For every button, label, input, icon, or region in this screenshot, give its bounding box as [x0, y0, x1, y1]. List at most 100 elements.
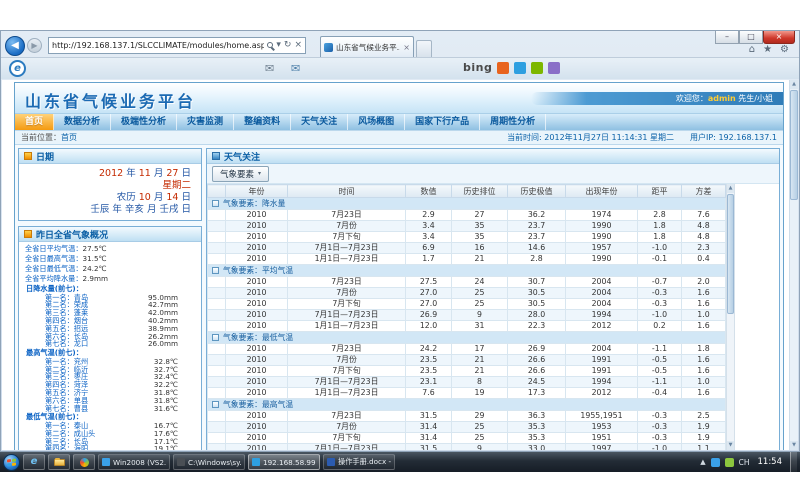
scroll-thumb[interactable]: [727, 194, 734, 314]
scroll-down-icon[interactable]: ▼: [727, 441, 734, 450]
scroll-down-icon[interactable]: ▼: [790, 441, 798, 450]
table-row[interactable]: 20107月1日—7月23日23.1824.51994-1.11.0: [208, 377, 726, 388]
nav-item[interactable]: 数据分析: [54, 114, 111, 130]
back-button[interactable]: ◀: [5, 36, 25, 56]
table-row[interactable]: 20107月下旬23.52126.61991-0.51.6: [208, 366, 726, 377]
search-icon[interactable]: [267, 38, 273, 53]
table-row[interactable]: 20107月23日2.92736.219742.87.6: [208, 210, 726, 221]
expand-icon[interactable]: [212, 334, 219, 341]
taskbar-button[interactable]: 192.168.58.99...: [248, 454, 320, 470]
forward-button[interactable]: ▶: [27, 38, 42, 53]
show-desktop-button[interactable]: [790, 452, 797, 472]
scroll-up-icon[interactable]: ▲: [727, 184, 734, 193]
start-button[interactable]: [3, 454, 20, 471]
table-group-row[interactable]: 气象要素：降水量: [208, 198, 726, 210]
table-row[interactable]: 20107月下旬3.43523.719901.84.8: [208, 232, 726, 243]
table-row[interactable]: 20107月份3.43523.719901.84.8: [208, 221, 726, 232]
table-group-row[interactable]: 气象要素：最低气温: [208, 332, 726, 344]
taskbar-button[interactable]: 操作手册.docx -...: [323, 454, 395, 470]
nav-item[interactable]: 首页: [15, 114, 54, 130]
table-scrollbar[interactable]: ▲ ▼: [726, 184, 735, 450]
toolbar-app-icon[interactable]: [497, 62, 509, 74]
taskbar-button[interactable]: C:\Windows\sy...: [173, 454, 245, 470]
nav-item[interactable]: 灾害监测: [177, 114, 234, 130]
element-filter-button[interactable]: 气象要素 ▾: [212, 166, 269, 182]
minimize-button[interactable]: –: [715, 31, 739, 44]
taskbar-buttons: Win2008 (VS2...C:\Windows\sy...192.168.5…: [98, 454, 395, 470]
column-header: 年份: [226, 185, 288, 198]
weather-summary-list: 全省日平均气温：27.5℃全省日最高气温：31.5℃全省日最低气温：24.2℃全…: [19, 242, 201, 450]
table-row[interactable]: 20107月份23.52126.61991-0.51.6: [208, 355, 726, 366]
table-group-row[interactable]: 气象要素：最高气温: [208, 399, 726, 411]
scroll-thumb[interactable]: [790, 90, 798, 200]
expand-icon[interactable]: [212, 267, 219, 274]
tray-app-icon[interactable]: [725, 458, 734, 467]
browser-window: ◀ ▶ http://192.168.137.1/SLCCLIMATE/modu…: [0, 30, 800, 452]
column-header: 历史极值: [508, 185, 566, 198]
table-row[interactable]: 20101月1日—7月23日7.61917.32012-0.41.6: [208, 388, 726, 399]
toolbar-app-icon[interactable]: [548, 62, 560, 74]
taskbar-clock[interactable]: 11:54: [755, 457, 786, 467]
stat-line: 全省日平均气温：27.5℃: [23, 244, 198, 254]
table-row[interactable]: 20107月1日—7月23日31.5933.01997-1.01.1: [208, 444, 726, 451]
nav-item[interactable]: 天气关注: [291, 114, 348, 130]
nav-item[interactable]: 周期性分析: [480, 114, 546, 130]
welcome-prefix: 欢迎您：: [676, 94, 708, 103]
main-content: 天气关注 气象要素 ▾: [206, 148, 780, 450]
table-row[interactable]: 20107月下旬27.02530.52004-0.31.6: [208, 299, 726, 310]
expand-icon[interactable]: [212, 200, 219, 207]
column-header: 出现年份: [566, 185, 638, 198]
table-row[interactable]: 20101月1日—7月23日12.03122.320120.21.6: [208, 321, 726, 332]
breadcrumb-page[interactable]: 首页: [61, 133, 77, 142]
send-mail-icon[interactable]: ✉: [291, 62, 300, 75]
taskbar-button[interactable]: Win2008 (VS2...: [98, 454, 170, 470]
welcome-suffix: 先生/小姐: [736, 94, 773, 103]
settings-gear-icon[interactable]: ⚙: [780, 44, 789, 55]
toolbar-app-icon[interactable]: [514, 62, 526, 74]
browser-tab[interactable]: 山东省气候业务平... ×: [320, 36, 414, 57]
refresh-icon[interactable]: ↻: [284, 38, 292, 53]
nav-item[interactable]: 极端性分析: [111, 114, 177, 130]
table-row[interactable]: 20107月下旬31.42535.31951-0.31.9: [208, 433, 726, 444]
rank-line: 第七名：龙口26.0mm: [23, 340, 198, 348]
address-bar[interactable]: http://192.168.137.1/SLCCLIMATE/modules/…: [48, 37, 306, 54]
table-row[interactable]: 20107月1日—7月23日6.91614.61957-1.02.3: [208, 243, 726, 254]
table-row[interactable]: 20107月份27.02530.52004-0.31.6: [208, 288, 726, 299]
table-row[interactable]: 20101月1日—7月23日1.7212.81990-0.10.4: [208, 254, 726, 265]
explorer-folder-icon[interactable]: [48, 454, 70, 470]
stop-icon[interactable]: ×: [294, 38, 302, 53]
table-row[interactable]: 20107月份31.42535.31953-0.31.9: [208, 422, 726, 433]
system-tray: ▲ CH 11:54: [700, 457, 785, 467]
toolbar-app-icon[interactable]: [531, 62, 543, 74]
nav-item[interactable]: 风场概图: [348, 114, 405, 130]
nav-item[interactable]: 整编资料: [234, 114, 291, 130]
expand-icon[interactable]: [212, 401, 219, 408]
table-row[interactable]: 20107月23日31.52936.31955,1951-0.32.5: [208, 411, 726, 422]
tab-close-icon[interactable]: ×: [403, 43, 410, 52]
close-button[interactable]: ×: [763, 31, 795, 44]
site-body: 日期 2012 年 11 月 27 日星期二农历 10 月 14 日壬辰 年 辛…: [15, 145, 783, 450]
bing-logo: bing: [463, 61, 492, 74]
tray-expand-icon[interactable]: ▲: [700, 458, 705, 466]
nav-item[interactable]: 国家下行产品: [405, 114, 480, 130]
favorites-star-icon[interactable]: ★: [763, 44, 772, 55]
ie-taskbar-icon[interactable]: e: [23, 454, 45, 470]
new-tab-button[interactable]: [416, 40, 432, 57]
maximize-button[interactable]: □: [739, 31, 763, 44]
date-line: 星期二: [23, 180, 191, 192]
language-indicator[interactable]: CH: [739, 458, 750, 467]
page-scrollbar[interactable]: ▲ ▼: [789, 80, 798, 450]
table-row[interactable]: 20107月23日24.21726.92004-1.11.8: [208, 344, 726, 355]
table-row[interactable]: 20107月23日27.52430.72004-0.72.0: [208, 277, 726, 288]
tray-network-icon[interactable]: [711, 458, 720, 467]
mail-icon[interactable]: ✉: [265, 62, 274, 75]
scroll-up-icon[interactable]: ▲: [790, 80, 798, 89]
media-player-icon[interactable]: [73, 454, 95, 470]
table-group-row[interactable]: 气象要素：平均气温: [208, 265, 726, 277]
column-header: 距平: [638, 185, 682, 198]
table-row[interactable]: 20107月1日—7月23日26.9928.01994-1.01.0: [208, 310, 726, 321]
date-line: 2012 年 11 月 27 日: [23, 168, 191, 180]
home-icon[interactable]: ⌂: [749, 44, 755, 55]
dropdown-icon[interactable]: ▾: [276, 38, 281, 53]
browser-command-bar: e ✉ ✉ bing: [1, 57, 799, 79]
